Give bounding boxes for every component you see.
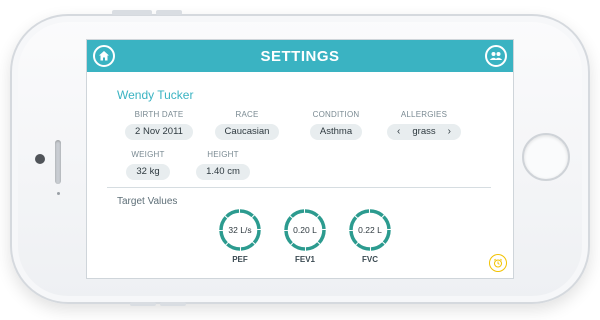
users-icon[interactable]: [485, 45, 507, 67]
fev1-label: FEV1: [294, 255, 315, 264]
condition-field: CONDITION Asthma: [299, 110, 373, 140]
power-button: [130, 302, 156, 306]
front-camera: [35, 154, 45, 164]
condition-label: CONDITION: [312, 110, 360, 119]
race-label: RACE: [235, 110, 259, 119]
proximity-sensor: [57, 192, 60, 195]
weight-value[interactable]: 32 kg: [126, 164, 170, 180]
fvc-gauge[interactable]: 0.22 L FVC: [348, 208, 392, 264]
app-screen: SETTINGS Wendy Tucker BIRTH DATE 2 Nov 2…: [86, 39, 514, 279]
volume-down-button: [156, 10, 182, 15]
volume-up-button: [112, 10, 152, 15]
alarm-clock-icon[interactable]: [489, 254, 507, 272]
allergies-field: ALLERGIES ‹ grass ›: [383, 110, 465, 140]
birth-date-field: BIRTH DATE 2 Nov 2011: [123, 110, 195, 140]
top-bar: SETTINGS: [87, 40, 513, 72]
weight-field: WEIGHT 32 kg: [123, 150, 173, 180]
allergies-value: grass: [412, 126, 436, 137]
allergies-prev-arrow[interactable]: ‹: [393, 124, 404, 140]
mute-switch: [160, 302, 186, 306]
birth-date-value[interactable]: 2 Nov 2011: [125, 124, 193, 140]
height-label: HEIGHT: [207, 150, 239, 159]
condition-value[interactable]: Asthma: [309, 124, 363, 140]
pef-label: PEF: [232, 255, 248, 264]
pef-gauge[interactable]: 32 L/s PEF: [218, 208, 262, 264]
allergies-selector: ‹ grass ›: [387, 124, 461, 140]
alarm-clock-glyph: [493, 258, 503, 268]
height-field: HEIGHT 1.40 cm: [193, 150, 253, 180]
fvc-value: 0.22 L: [358, 225, 382, 235]
allergies-label: ALLERGIES: [400, 110, 448, 119]
race-value[interactable]: Caucasian: [214, 124, 280, 140]
target-values-heading: Target Values: [117, 196, 178, 207]
home-icon-glyph: [99, 51, 109, 61]
fvc-label: FVC: [362, 255, 378, 264]
weight-label: WEIGHT: [131, 150, 165, 159]
device-home-button[interactable]: [522, 133, 570, 181]
fev1-gauge[interactable]: 0.20 L FEV1: [283, 208, 327, 264]
earpiece-speaker: [55, 140, 61, 184]
race-field: RACE Caucasian: [209, 110, 285, 140]
page-title: SETTINGS: [260, 47, 340, 65]
section-divider: [107, 187, 491, 188]
height-value[interactable]: 1.40 cm: [196, 164, 250, 180]
pef-value: 32 L/s: [228, 225, 252, 235]
birth-date-label: BIRTH DATE: [134, 110, 184, 119]
users-icon-glyph: [489, 52, 503, 60]
fev1-value: 0.20 L: [293, 225, 317, 235]
patient-name: Wendy Tucker: [117, 88, 194, 102]
home-icon[interactable]: [93, 45, 115, 67]
allergies-next-arrow[interactable]: ›: [444, 124, 455, 140]
